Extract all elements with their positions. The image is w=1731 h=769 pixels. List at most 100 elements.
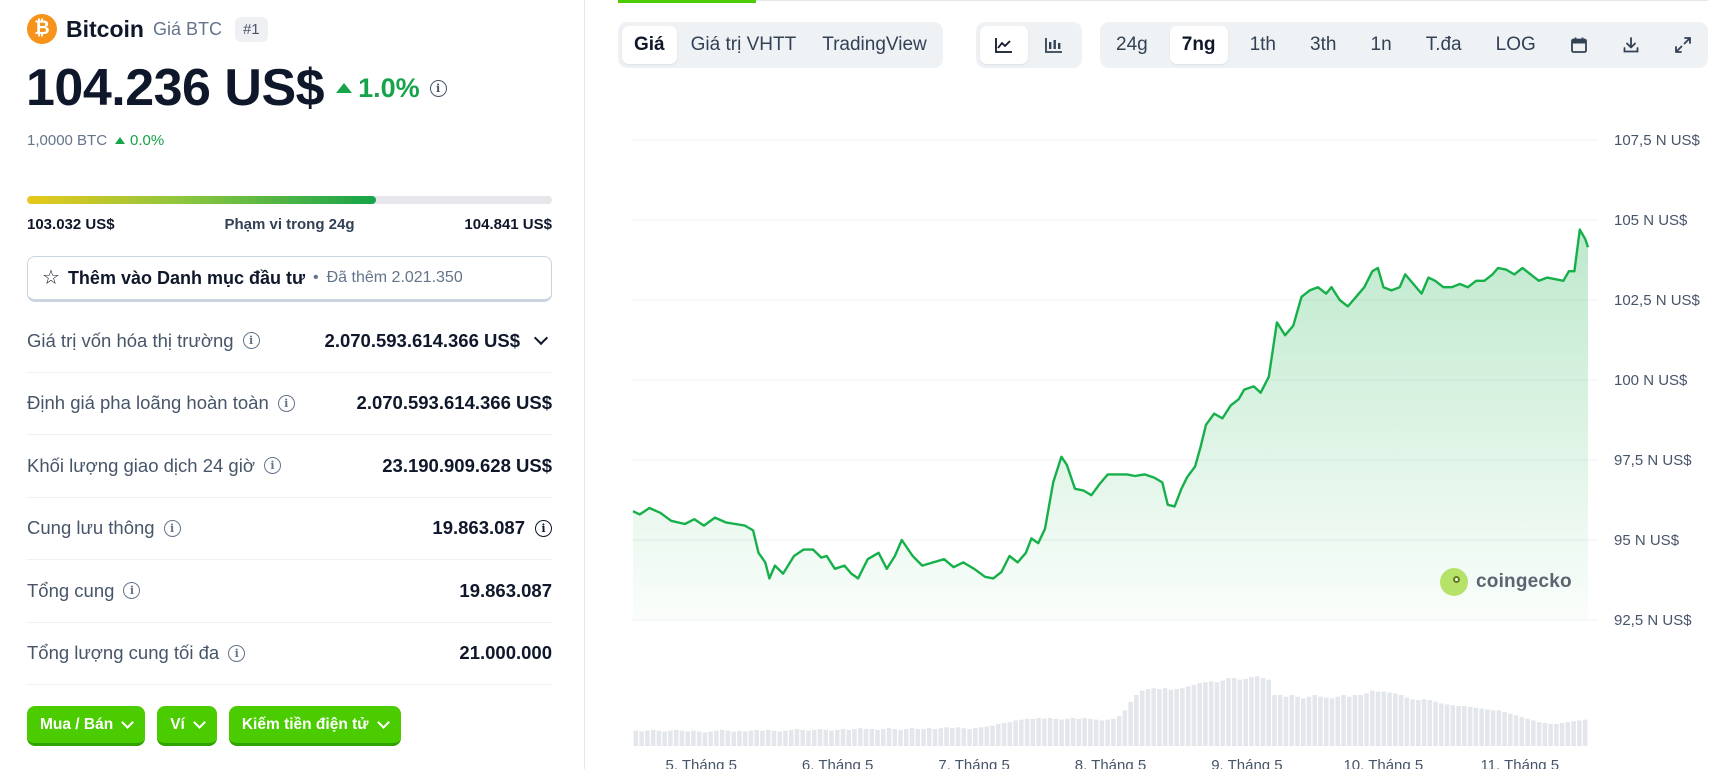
candlestick-chart-button[interactable] [1030,26,1078,64]
market-cap-value-toggle[interactable]: 2.070.593.614.366 US$ [325,330,552,352]
up-arrow-icon [115,137,126,144]
btc-price-row: 1,0000 BTC 0.0% [27,132,164,149]
wallet-button[interactable]: Ví [157,706,217,746]
volume-bar [794,729,800,746]
volume-bar [1162,688,1168,746]
info-icon[interactable]: i [123,582,141,600]
info-icon[interactable]: i [228,644,246,662]
buy-sell-button[interactable]: Mua / Bán [27,706,146,746]
volume-bar [1427,700,1433,746]
volume-bar [1185,686,1191,746]
volume-bar [1191,684,1197,746]
portfolio-added-count: Đã thêm 2.021.350 [326,269,463,286]
volume-bar [1289,695,1294,746]
volume-bar [1404,697,1410,746]
tab-price[interactable]: Giá [622,26,677,64]
volume-bar [1410,699,1415,746]
range-7d[interactable]: 7ng [1169,26,1228,64]
24h-range-bar [27,196,552,204]
volume-bar [1398,695,1404,746]
info-icon[interactable]: i [263,457,281,475]
range-3m[interactable]: 3th [1298,26,1348,64]
volume-bar [696,731,702,746]
x-tick-label: 7. Tháng 5 [938,757,1009,769]
info-icon[interactable]: i [535,519,552,537]
y-tick-label: 107,5 N US$ [1614,132,1701,149]
log-scale-toggle[interactable]: LOG [1484,26,1548,64]
volume-bar [639,731,644,746]
y-tick-label: 97,5 N US$ [1614,452,1692,469]
volume-bar [1473,707,1479,746]
range-1y[interactable]: 1n [1359,26,1404,64]
volume-bar [1295,696,1300,746]
volume-bar [1168,689,1174,746]
info-icon[interactable]: i [242,332,260,350]
volume-bar [719,729,725,746]
range-1m[interactable]: 1th [1238,26,1288,64]
tab-tradingview[interactable]: TradingView [810,26,939,64]
download-button[interactable] [1610,26,1652,64]
volume-bar [1208,681,1214,746]
volume-bar [1260,678,1266,746]
stat-value: 19.863.087 [432,517,525,539]
y-tick-label: 100 N US$ [1614,372,1688,389]
volume-bar [673,729,679,746]
range-24h[interactable]: 24g [1104,26,1160,64]
earn-crypto-label: Kiếm tiền điện tử [241,715,369,733]
chart-style-toggle [976,22,1082,68]
line-chart-button[interactable] [980,26,1028,64]
volume-bar [645,730,650,746]
current-price: 104.236 US$ [26,59,325,117]
tab-market-cap[interactable]: Giá trị VHTT [679,26,809,64]
fullscreen-button[interactable] [1662,26,1704,64]
stat-row-total-supply: Tổng cung i 19.863.087 [27,560,552,623]
time-range-tabs: 24g 7ng 1th 3th 1n T.đa LOG [1100,22,1708,68]
volume-bar [840,729,846,746]
volume-bar [1485,709,1490,746]
y-tick-label: 102,5 N US$ [1614,292,1701,309]
volume-bar [1341,695,1346,746]
stat-value-wrap: 21.000.000 [459,642,552,664]
info-icon[interactable]: i [277,394,295,412]
volume-bar [1157,689,1162,746]
volume-bar [1277,695,1283,746]
volume-bar [1335,696,1341,746]
up-arrow-icon [336,83,353,93]
y-tick-label: 92,5 N US$ [1614,612,1692,629]
volume-bar [1099,720,1105,746]
volume-bar [1450,705,1456,746]
volume-bar [633,730,639,746]
x-tick-label: 6. Tháng 5 [802,757,873,769]
volume-bar [1577,720,1582,746]
volume-bar [1508,713,1513,746]
range-max[interactable]: T.đa [1414,26,1474,64]
volume-bar [1203,682,1208,746]
volume-bar [754,729,759,746]
info-icon[interactable]: i [429,79,447,97]
volume-bar [875,729,880,746]
volume-bar [1272,695,1277,746]
volume-bar [1565,722,1571,746]
stat-label: Định giá pha loãng hoàn toàn [27,392,269,414]
coin-name: Bitcoin [66,15,144,42]
volume-bar [886,728,892,746]
volume-bar [1019,719,1024,746]
calendar-button[interactable] [1558,26,1600,64]
volume-bar [1053,718,1059,746]
volume-bar [1381,691,1387,746]
volume-bar [1283,696,1289,746]
info-icon[interactable]: i [163,519,181,537]
volume-bar [857,728,863,746]
volume-bar [1502,712,1507,746]
volume-bar [702,732,708,746]
volume-bar [788,729,794,746]
add-to-portfolio-button[interactable]: ☆ Thêm vào Danh mục đầu tư • Đã thêm 2.0… [27,256,552,302]
stat-row-fdv: Định giá pha loãng hoàn toàn i 2.070.593.… [27,373,552,435]
earn-crypto-button[interactable]: Kiếm tiền điện tử [228,706,401,746]
rank-badge: #1 [234,16,268,42]
volume-bar [1421,699,1427,746]
volume-bar [898,729,903,746]
volume-bar [1116,716,1122,746]
coin-subtitle: Giá BTC [152,18,222,39]
price-chart[interactable]: 107,5 N US$ 105 N US$ 102,5 N US$ 100 N US$… [618,120,1708,769]
